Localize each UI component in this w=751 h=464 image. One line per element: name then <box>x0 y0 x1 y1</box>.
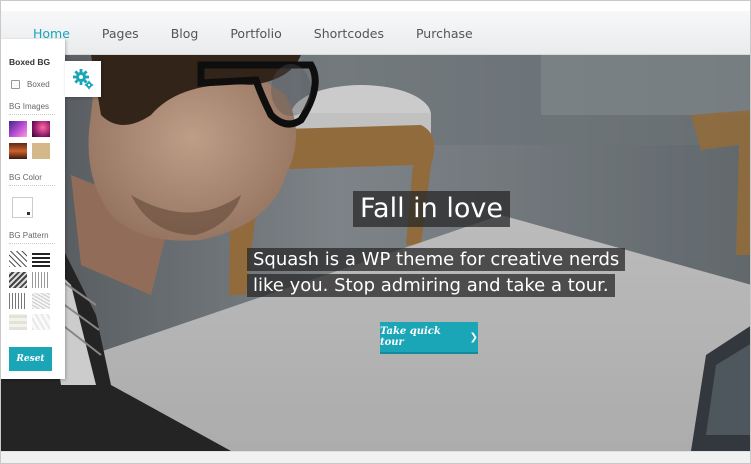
bg-pattern-swatch-2[interactable] <box>32 251 50 267</box>
bg-pattern-label: BG Pattern <box>9 231 55 244</box>
gear-icon <box>73 69 94 90</box>
bg-image-swatch-1[interactable] <box>9 121 27 137</box>
take-quick-tour-label: Take quick tour <box>380 326 441 348</box>
bg-pattern-swatch-7[interactable] <box>9 314 27 330</box>
nav-item-pages[interactable]: Pages <box>86 26 155 41</box>
take-quick-tour-button[interactable]: Take quick tour ❯ <box>380 322 478 354</box>
main-nav: Home Pages Blog Portfolio Shortcodes Pur… <box>1 11 750 55</box>
hero-title: Fall in love <box>353 191 510 227</box>
page-bottom-strip <box>1 451 750 463</box>
bg-images-label: BG Images <box>9 102 55 115</box>
hero-slider: Fall in love Squash is a WP theme for cr… <box>1 55 750 451</box>
bg-image-swatch-3[interactable] <box>9 143 27 159</box>
bg-pattern-swatch-3[interactable] <box>9 272 27 288</box>
nav-item-blog[interactable]: Blog <box>155 26 215 41</box>
bg-pattern-swatch-8[interactable] <box>32 314 50 330</box>
hero-subtitle-line-2: like you. Stop admiring and take a tour. <box>247 274 615 297</box>
browser-viewport: Home Pages Blog Portfolio Shortcodes Pur… <box>0 0 751 464</box>
bg-image-swatch-2[interactable] <box>32 121 50 137</box>
chevron-right-icon: ❯ <box>469 331 478 343</box>
style-switcher-toggle[interactable] <box>65 61 101 97</box>
hero-subtitle: Squash is a WP theme for creative nerds … <box>247 247 647 299</box>
nav-item-portfolio[interactable]: Portfolio <box>214 26 297 41</box>
reset-button[interactable]: Reset <box>9 347 52 371</box>
boxed-bg-heading: Boxed BG <box>9 57 51 67</box>
boxed-checkbox-label: Boxed <box>27 80 50 89</box>
bg-color-picker[interactable] <box>12 197 33 218</box>
boxed-checkbox[interactable] <box>11 80 20 89</box>
hero-subtitle-line-1: Squash is a WP theme for creative nerds <box>247 248 626 271</box>
bg-pattern-swatch-5[interactable] <box>9 293 27 309</box>
bg-pattern-swatch-1[interactable] <box>9 251 27 267</box>
bg-color-label: BG Color <box>9 173 55 186</box>
bg-pattern-swatch-6[interactable] <box>32 293 50 309</box>
style-switcher-panel: Boxed BG Boxed BG Images BG Color BG Pat… <box>1 39 65 379</box>
nav-item-purchase[interactable]: Purchase <box>400 26 489 41</box>
nav-items: Home Pages Blog Portfolio Shortcodes Pur… <box>17 11 489 55</box>
bg-image-swatch-4[interactable] <box>32 143 50 159</box>
bg-pattern-swatch-4[interactable] <box>32 272 50 288</box>
nav-item-shortcodes[interactable]: Shortcodes <box>298 26 400 41</box>
